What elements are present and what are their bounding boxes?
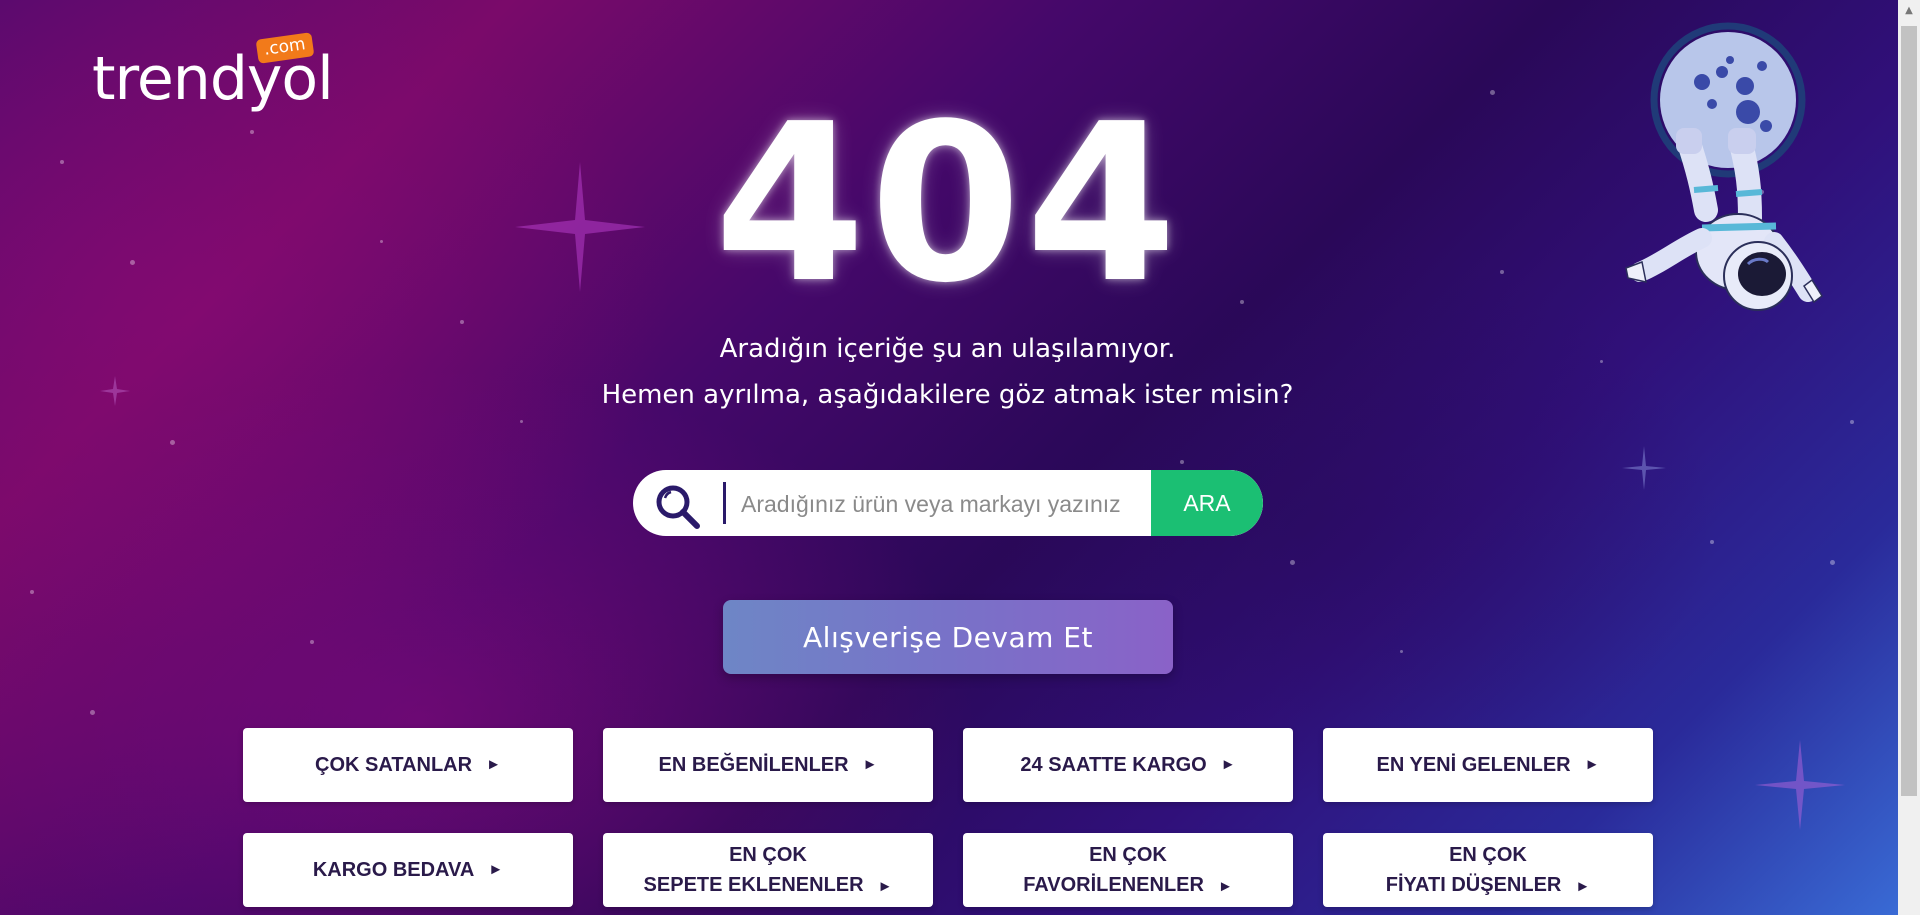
play-arrow-icon: ► xyxy=(1217,878,1233,895)
play-arrow-icon: ► xyxy=(1584,755,1600,773)
scroll-up-arrow-icon[interactable]: ▲ xyxy=(1898,0,1920,22)
error-code: 404 xyxy=(713,78,1182,331)
play-arrow-icon: ► xyxy=(877,878,893,895)
play-arrow-icon: ► xyxy=(862,755,878,773)
search-bar: ARA xyxy=(633,470,1263,536)
search-caret xyxy=(723,482,726,524)
vertical-scrollbar[interactable]: ▲ xyxy=(1898,0,1920,915)
play-arrow-icon: ► xyxy=(488,860,504,878)
play-arrow-icon: ► xyxy=(486,755,501,773)
sparkle-icon xyxy=(1622,446,1666,490)
scrollbar-thumb[interactable] xyxy=(1901,26,1917,796)
category-button-en-yeni-gelenler[interactable]: EN YENİ GELENLER ► xyxy=(1323,728,1653,802)
category-label-line1: EN ÇOK xyxy=(729,844,807,866)
category-button-en-begenilenler[interactable]: EN BEĞENİLENLER ► xyxy=(603,728,933,802)
continue-shopping-button[interactable]: Alışverişe Devam Et xyxy=(723,600,1173,674)
category-button-cok-satanlar[interactable]: ÇOK SATANLAR ► xyxy=(243,728,573,802)
category-label: KARGO BEDAVA xyxy=(312,859,475,881)
play-arrow-icon: ► xyxy=(1575,878,1591,895)
category-label-line1: EN ÇOK xyxy=(1449,844,1527,866)
category-label: EN BEĞENİLENLER xyxy=(658,754,849,776)
search-input[interactable] xyxy=(729,470,1153,536)
category-label-line2: FİYATI DÜŞENLER xyxy=(1385,874,1562,896)
category-button-kargo-bedava[interactable]: KARGO BEDAVA ► xyxy=(243,833,573,907)
category-label-line2: FAVORİLENENLER xyxy=(1023,874,1204,896)
category-label: 24 SAATTE KARGO xyxy=(1020,754,1207,776)
error-message-line1: Aradığın içeriğe şu an ulaşılamıyor. xyxy=(719,334,1176,364)
sparkle-icon xyxy=(1755,740,1845,830)
category-label: ÇOK SATANLAR xyxy=(315,754,473,776)
category-button-en-cok-fiyati-dusenler[interactable]: EN ÇOK FİYATI DÜŞENLER ► xyxy=(1323,833,1653,907)
category-button-en-cok-sepete-eklenenler[interactable]: EN ÇOK SEPETE EKLENENLER ► xyxy=(603,833,933,907)
category-button-en-cok-favorilenenler[interactable]: EN ÇOK FAVORİLENENLER ► xyxy=(963,833,1293,907)
error-message-line2: Hemen ayrılma, aşağıdakilere göz atmak i… xyxy=(601,380,1294,410)
category-label-line1: EN ÇOK xyxy=(1089,844,1167,866)
search-button[interactable]: ARA xyxy=(1151,470,1263,536)
search-icon xyxy=(656,485,700,529)
category-label-line2: SEPETE EKLENENLER xyxy=(643,874,864,896)
play-arrow-icon: ► xyxy=(1220,755,1236,773)
category-button-24-saatte-kargo[interactable]: 24 SAATTE KARGO ► xyxy=(963,728,1293,802)
category-label: EN YENİ GELENLER xyxy=(1376,754,1571,776)
